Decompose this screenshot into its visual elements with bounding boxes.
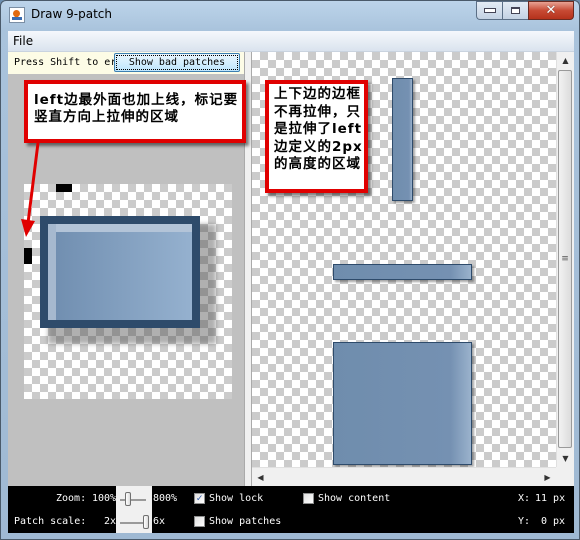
top-patch-marker[interactable] xyxy=(56,184,72,192)
nine-patch-image[interactable] xyxy=(40,216,200,328)
show-content-checkbox[interactable] xyxy=(303,493,314,504)
close-button[interactable]: ✕ xyxy=(528,1,574,20)
preview-vertical-stretch xyxy=(392,78,413,201)
status-bar: Zoom: 100% 800% Patch scale: 2x 6x ✓ Sho… xyxy=(8,486,574,533)
scroll-corner xyxy=(556,467,574,486)
grip-icon: ≡ xyxy=(561,254,569,264)
zoom-label: Zoom: xyxy=(56,493,87,504)
minimize-button[interactable] xyxy=(476,1,502,20)
show-content-label[interactable]: Show content xyxy=(318,493,390,504)
annotation-left-patch: left边最外面也加上线，标记要竖直方向上拉伸的区域 xyxy=(24,80,246,143)
scroll-right-icon[interactable]: ▶ xyxy=(539,468,556,486)
preview-both-stretch xyxy=(333,342,472,465)
minimize-icon xyxy=(483,8,496,13)
zoom-slider-track[interactable] xyxy=(120,499,146,501)
annotation-preview-note: 上下边的边框不再拉伸，只是拉伸了left边定义的2px的高度的区域 xyxy=(265,80,368,193)
zoom-min-label: 100% xyxy=(92,493,117,504)
left-patch-marker[interactable] xyxy=(24,248,32,264)
x-coord-value: 11 px xyxy=(535,493,566,504)
menu-bar: File xyxy=(8,31,574,52)
vertical-scrollbar[interactable]: ▲ ≡ ▼ xyxy=(556,52,574,467)
maximize-icon xyxy=(511,7,520,14)
menu-file[interactable]: File xyxy=(13,34,33,48)
zoom-max-label: 800% xyxy=(153,493,178,504)
y-coord-label: Y: xyxy=(518,516,531,527)
hint-bar: Press Shift to erase pixels Show bad pat… xyxy=(8,52,244,74)
y-coord-value: 0 px xyxy=(541,516,566,527)
x-coord-label: X: xyxy=(518,493,531,504)
patch-scale-max-label: 6x xyxy=(153,516,166,527)
java-icon xyxy=(9,7,25,23)
zoom-slider-thumb[interactable] xyxy=(124,492,131,506)
slider-panel xyxy=(116,486,152,533)
horizontal-scrollbar[interactable]: ◀ ▶ xyxy=(252,467,556,486)
editor-canvas[interactable] xyxy=(24,184,232,399)
window-controls: ✕ xyxy=(476,1,574,20)
close-icon: ✕ xyxy=(545,3,557,18)
scroll-left-icon[interactable]: ◀ xyxy=(252,468,269,486)
maximize-button[interactable] xyxy=(502,1,528,20)
scroll-up-icon[interactable]: ▲ xyxy=(557,52,574,69)
show-lock-checkbox[interactable]: ✓ xyxy=(194,493,205,504)
window-title: Draw 9-patch xyxy=(31,7,112,21)
title-bar[interactable]: Draw 9-patch ✕ xyxy=(1,1,579,31)
vertical-scroll-thumb[interactable]: ≡ xyxy=(558,70,572,448)
patch-scale-slider-thumb[interactable] xyxy=(143,515,149,529)
show-patches-label[interactable]: Show patches xyxy=(209,516,281,527)
show-lock-label[interactable]: Show lock xyxy=(209,493,263,504)
show-bad-patches-button[interactable]: Show bad patches xyxy=(114,53,240,72)
app-window: Draw 9-patch ✕ File Press Shift to erase… xyxy=(0,0,580,540)
scroll-down-icon[interactable]: ▼ xyxy=(557,450,574,467)
patch-scale-label: Patch scale: xyxy=(14,516,87,527)
preview-horizontal-stretch xyxy=(333,264,472,280)
patch-scale-min-label: 2x xyxy=(104,516,117,527)
show-patches-checkbox[interactable] xyxy=(194,516,205,527)
